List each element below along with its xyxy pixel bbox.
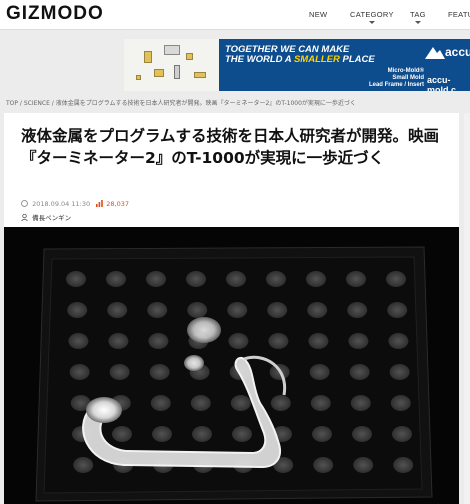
nav-feature[interactable]: FEATU	[448, 10, 470, 19]
electrode-dot	[227, 302, 248, 318]
electrode-dot	[109, 364, 130, 380]
electrode-dot	[107, 302, 128, 318]
electrode-dot	[106, 271, 126, 287]
electrode-dot	[352, 426, 372, 442]
electrode-dot	[386, 271, 406, 287]
electrode-dot	[349, 364, 370, 380]
electrode-dot	[270, 395, 291, 411]
ad-url: accu-mold.c	[427, 75, 457, 91]
electrode-dot	[187, 302, 208, 318]
electrode-dot	[353, 457, 374, 473]
nav-new[interactable]: NEW	[309, 10, 327, 19]
breadcrumb-top[interactable]: TOP	[6, 100, 18, 107]
electrode-dot	[309, 364, 330, 380]
electrode-dot	[108, 333, 129, 349]
chevron-down-icon	[368, 21, 375, 24]
electrode-dot	[190, 395, 211, 411]
ad-banner[interactable]: TOGETHER WE CAN MAKE THE WORLD A SMALLER…	[124, 39, 470, 91]
electrode-dot	[306, 271, 326, 287]
site-header: GIZMODO NEW CATEGORY TAG FEATU	[0, 0, 470, 30]
electrode-dot	[389, 364, 410, 380]
nav-tag-label: TAG	[410, 10, 426, 19]
electrode-dot	[307, 302, 328, 318]
electrode-dot	[312, 426, 332, 442]
electrode-dot	[310, 395, 331, 411]
electrode-dot	[146, 271, 166, 287]
chevron-down-icon	[414, 21, 421, 24]
electrode-dot	[67, 302, 88, 318]
ad-brand: accu	[445, 45, 470, 59]
electrode-dot	[346, 271, 366, 287]
electrode-dot	[267, 302, 288, 318]
electrode-dot	[152, 426, 172, 442]
electrode-dot	[313, 457, 334, 473]
electrode-dot	[268, 333, 289, 349]
article-title: 液体金属をプログラムする技術を日本人研究者が開発。映画『ターミネーター2』のT-…	[21, 127, 440, 167]
electrode-dot	[388, 333, 409, 349]
nav-category[interactable]: CATEGORY	[350, 10, 394, 24]
electrode-dot	[266, 271, 286, 287]
electrode-dot	[66, 271, 86, 287]
electrode-dot	[68, 333, 89, 349]
ad-product-list: Micro-Mold® Small Mold Lead Frame / Inse…	[368, 68, 424, 89]
electrode-dot	[226, 271, 246, 287]
accu-logo-icon	[425, 47, 445, 59]
article-meta: 2018.09.04 11:30 28,037	[21, 200, 129, 208]
electrode-dot	[147, 302, 168, 318]
electrode-dot	[73, 457, 94, 473]
electrode-dot	[192, 426, 212, 442]
electrode-dot	[112, 426, 132, 442]
electrode-dot	[348, 333, 369, 349]
electrode-dot	[392, 426, 412, 442]
electrode-dot	[150, 395, 171, 411]
nav-tag[interactable]: TAG	[410, 10, 426, 24]
ad-product-image	[124, 39, 219, 91]
electrode-dot	[148, 333, 169, 349]
electrode-dot	[393, 457, 414, 473]
breadcrumb-current: 液体金属をプログラムする技術を日本人研究者が開発。映画『ターミネーター2』のT-…	[55, 100, 356, 107]
author-name: 備長ペンギン	[32, 214, 72, 222]
electrode-dot	[186, 271, 206, 287]
electrode-dot	[149, 364, 170, 380]
scrollbar[interactable]	[464, 113, 470, 504]
ad-headline: TOGETHER WE CAN MAKE THE WORLD A SMALLER…	[225, 44, 375, 65]
electrode-dot	[387, 302, 408, 318]
article-date: 2018.09.04 11:30	[32, 200, 91, 208]
nav-category-label: CATEGORY	[350, 10, 394, 19]
electrode-dot	[69, 364, 90, 380]
site-logo[interactable]: GIZMODO	[6, 3, 104, 25]
electrode-dot	[308, 333, 329, 349]
electrode-dot	[228, 333, 249, 349]
person-icon	[21, 214, 28, 221]
trending-icon	[96, 200, 103, 207]
electrode-dot	[350, 395, 371, 411]
clock-icon	[21, 200, 28, 207]
article-card: 液体金属をプログラムする技術を日本人研究者が開発。映画『ターミネーター2』のT-…	[4, 113, 459, 504]
article-hero-image	[4, 227, 459, 504]
electrode-dot	[230, 395, 251, 411]
electrode-dot	[347, 302, 368, 318]
breadcrumb-science[interactable]: SCIENCE	[24, 100, 50, 107]
article-author[interactable]: 備長ペンギン	[21, 212, 71, 222]
article-views: 28,037	[106, 200, 129, 208]
electrode-dot	[232, 426, 252, 442]
electrode-dot	[390, 395, 411, 411]
breadcrumb: TOP / SCIENCE / 液体金属をプログラムする技術を日本人研究者が開発…	[6, 100, 356, 107]
